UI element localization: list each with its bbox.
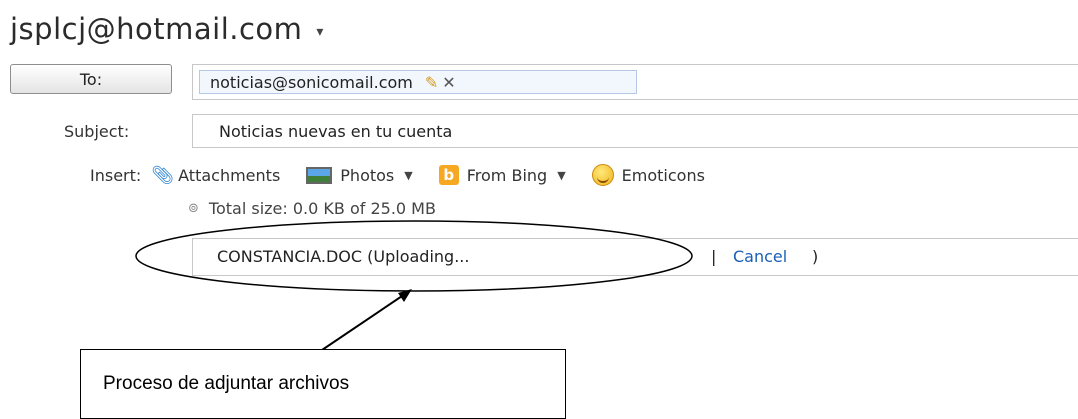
annotation-arrow-line: [321, 291, 409, 351]
annotation-callout: Proceso de adjuntar archivos: [80, 349, 566, 419]
callout-text: Proceso de adjuntar archivos: [103, 373, 350, 394]
highlight-ellipse: [135, 220, 693, 292]
